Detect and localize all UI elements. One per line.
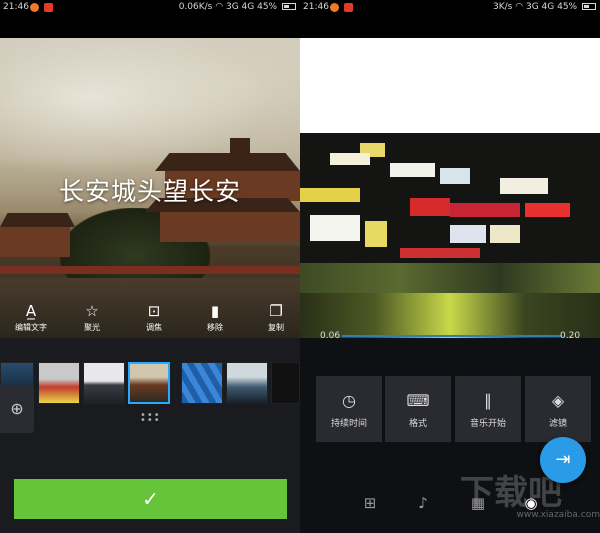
bridge: [0, 266, 300, 274]
app-notification-icon: [344, 3, 353, 12]
wifi-icon: ◠: [515, 2, 524, 12]
copy-button[interactable]: ❐ 复制: [246, 300, 300, 333]
status-right: 0.06K/s ◠ 3G 4G 45%: [179, 2, 296, 12]
battery-text: 45%: [557, 2, 578, 12]
mosaic-image: [300, 133, 600, 338]
pagoda-roof-top: [155, 153, 300, 171]
photo-preview[interactable]: 长安城头望长安: [0, 38, 300, 338]
focus-button[interactable]: ⊡ 调焦: [124, 300, 184, 333]
star-icon: ☆: [85, 302, 99, 320]
tool-label: 调焦: [146, 323, 162, 332]
notification-icon: [330, 3, 339, 12]
network-label: 3G 4G: [225, 2, 255, 12]
music-start-card[interactable]: ∥ 音乐开始: [455, 376, 521, 442]
wifi-icon: ◠: [215, 2, 224, 12]
format-card[interactable]: ⌨ 格式: [385, 376, 451, 442]
mosaic-cell: [490, 225, 520, 243]
net-speed: 3K/s: [493, 2, 513, 12]
thumbnail[interactable]: [83, 362, 125, 404]
eraser-icon: ◈: [551, 391, 565, 410]
battery-icon: [282, 3, 296, 10]
tool-label: 复制: [268, 323, 284, 332]
status-time: 21:46: [3, 2, 29, 12]
left-building-body: [0, 227, 70, 257]
camera-icon: ⊕: [10, 399, 24, 418]
thumbnail[interactable]: [271, 362, 300, 404]
mosaic-cell: [390, 163, 435, 177]
checkmark-icon: ✓: [142, 487, 159, 511]
mosaic-cell: [310, 215, 360, 241]
thumbnail[interactable]: [181, 362, 223, 404]
text-icon: A̲: [25, 302, 37, 320]
timeline-end: 0.20: [560, 331, 581, 341]
thumbnail[interactable]: [38, 362, 80, 404]
mosaic-cell: [400, 248, 480, 258]
thumbnail-selected[interactable]: [128, 362, 170, 404]
card-label: 持续时间: [330, 419, 367, 429]
timeline[interactable]: 0.06 0.20: [300, 331, 600, 344]
nav-music-icon[interactable]: ♪: [408, 488, 438, 518]
mosaic-band: [300, 263, 600, 293]
focus-icon: ⊡: [147, 302, 161, 320]
nav-add-photo-icon[interactable]: ⊞: [355, 488, 385, 518]
clock-icon: ◷: [342, 391, 356, 410]
mosaic-cell: [450, 225, 486, 243]
status-bar: 21:46 3K/s ◠ 3G 4G 45%: [300, 0, 600, 38]
mosaic-cell: [440, 168, 470, 184]
right-screen: 21:46 3K/s ◠ 3G 4G 45% 0.06 0.20 ◷ 持续时间 …: [300, 0, 600, 533]
tool-label: 编辑文字: [15, 323, 47, 332]
net-speed: 0.06K/s: [178, 2, 213, 12]
export-icon: ⇥: [555, 449, 571, 470]
mosaic-cell: [525, 203, 570, 217]
status-bar: 21:46 0.06K/s ◠ 3G 4G 45%: [0, 0, 300, 38]
card-label: 音乐开始: [469, 419, 506, 429]
pagoda-spire: [230, 138, 250, 154]
tool-label: 移除: [207, 323, 223, 332]
trash-icon: ▮: [210, 302, 220, 320]
mosaic-cell: [330, 153, 370, 165]
network-label: 3G 4G: [525, 2, 555, 12]
filter-preview[interactable]: [300, 38, 600, 338]
add-photo-button[interactable]: ⊕: [0, 385, 34, 433]
app-notification-icon: [44, 3, 53, 12]
timeline-start: 0.06: [320, 331, 341, 341]
thumbnail[interactable]: [226, 362, 268, 404]
mosaic-cell: [450, 203, 520, 217]
battery-text: 45%: [257, 2, 278, 12]
spotlight-button[interactable]: ☆ 聚光: [62, 300, 122, 333]
notification-icon: [30, 3, 39, 12]
timeline-bar[interactable]: [342, 335, 562, 337]
mosaic-cell: [410, 198, 450, 216]
nav-film-icon[interactable]: ▦: [463, 488, 493, 518]
left-building-roof: [0, 213, 75, 227]
copy-icon: ❐: [269, 302, 283, 320]
drag-handle-icon[interactable]: ••• •••: [140, 411, 161, 426]
tool-row: A̲ 编辑文字 ☆ 聚光 ⊡ 调焦 ▮ 移除 ❐ 复制: [0, 300, 300, 348]
duration-card[interactable]: ◷ 持续时间: [316, 376, 382, 442]
thumbnail-strip: [0, 360, 300, 406]
export-fab-button[interactable]: ⇥: [540, 437, 586, 483]
nav-palette-icon[interactable]: ◉: [516, 488, 546, 518]
left-screen: 21:46 0.06K/s ◠ 3G 4G 45% 长安城头望长安 A̲ 编辑文…: [0, 0, 300, 533]
card-label: 滤镜: [548, 419, 567, 429]
confirm-button[interactable]: ✓: [14, 479, 287, 519]
tool-label: 聚光: [84, 323, 100, 332]
bottom-nav: ⊞ ♪ ▦ ◉: [300, 480, 600, 533]
edit-text-button[interactable]: A̲ 编辑文字: [1, 300, 61, 333]
battery-icon: [582, 3, 596, 10]
pagoda-body-lower: [160, 212, 300, 242]
card-label: 格式: [408, 419, 427, 429]
keyboard-icon: ⌨: [406, 391, 430, 410]
mosaic-cell: [300, 188, 360, 202]
mosaic-cell: [500, 178, 548, 194]
filter-card[interactable]: ◈ 滤镜: [525, 376, 591, 442]
status-right: 3K/s ◠ 3G 4G 45%: [493, 2, 596, 12]
mosaic-cell: [365, 221, 387, 247]
overlay-text[interactable]: 长安城头望长安: [0, 172, 300, 208]
remove-button[interactable]: ▮ 移除: [185, 300, 245, 333]
audio-wave-icon: ∥: [484, 391, 492, 410]
status-time: 21:46: [303, 2, 329, 12]
